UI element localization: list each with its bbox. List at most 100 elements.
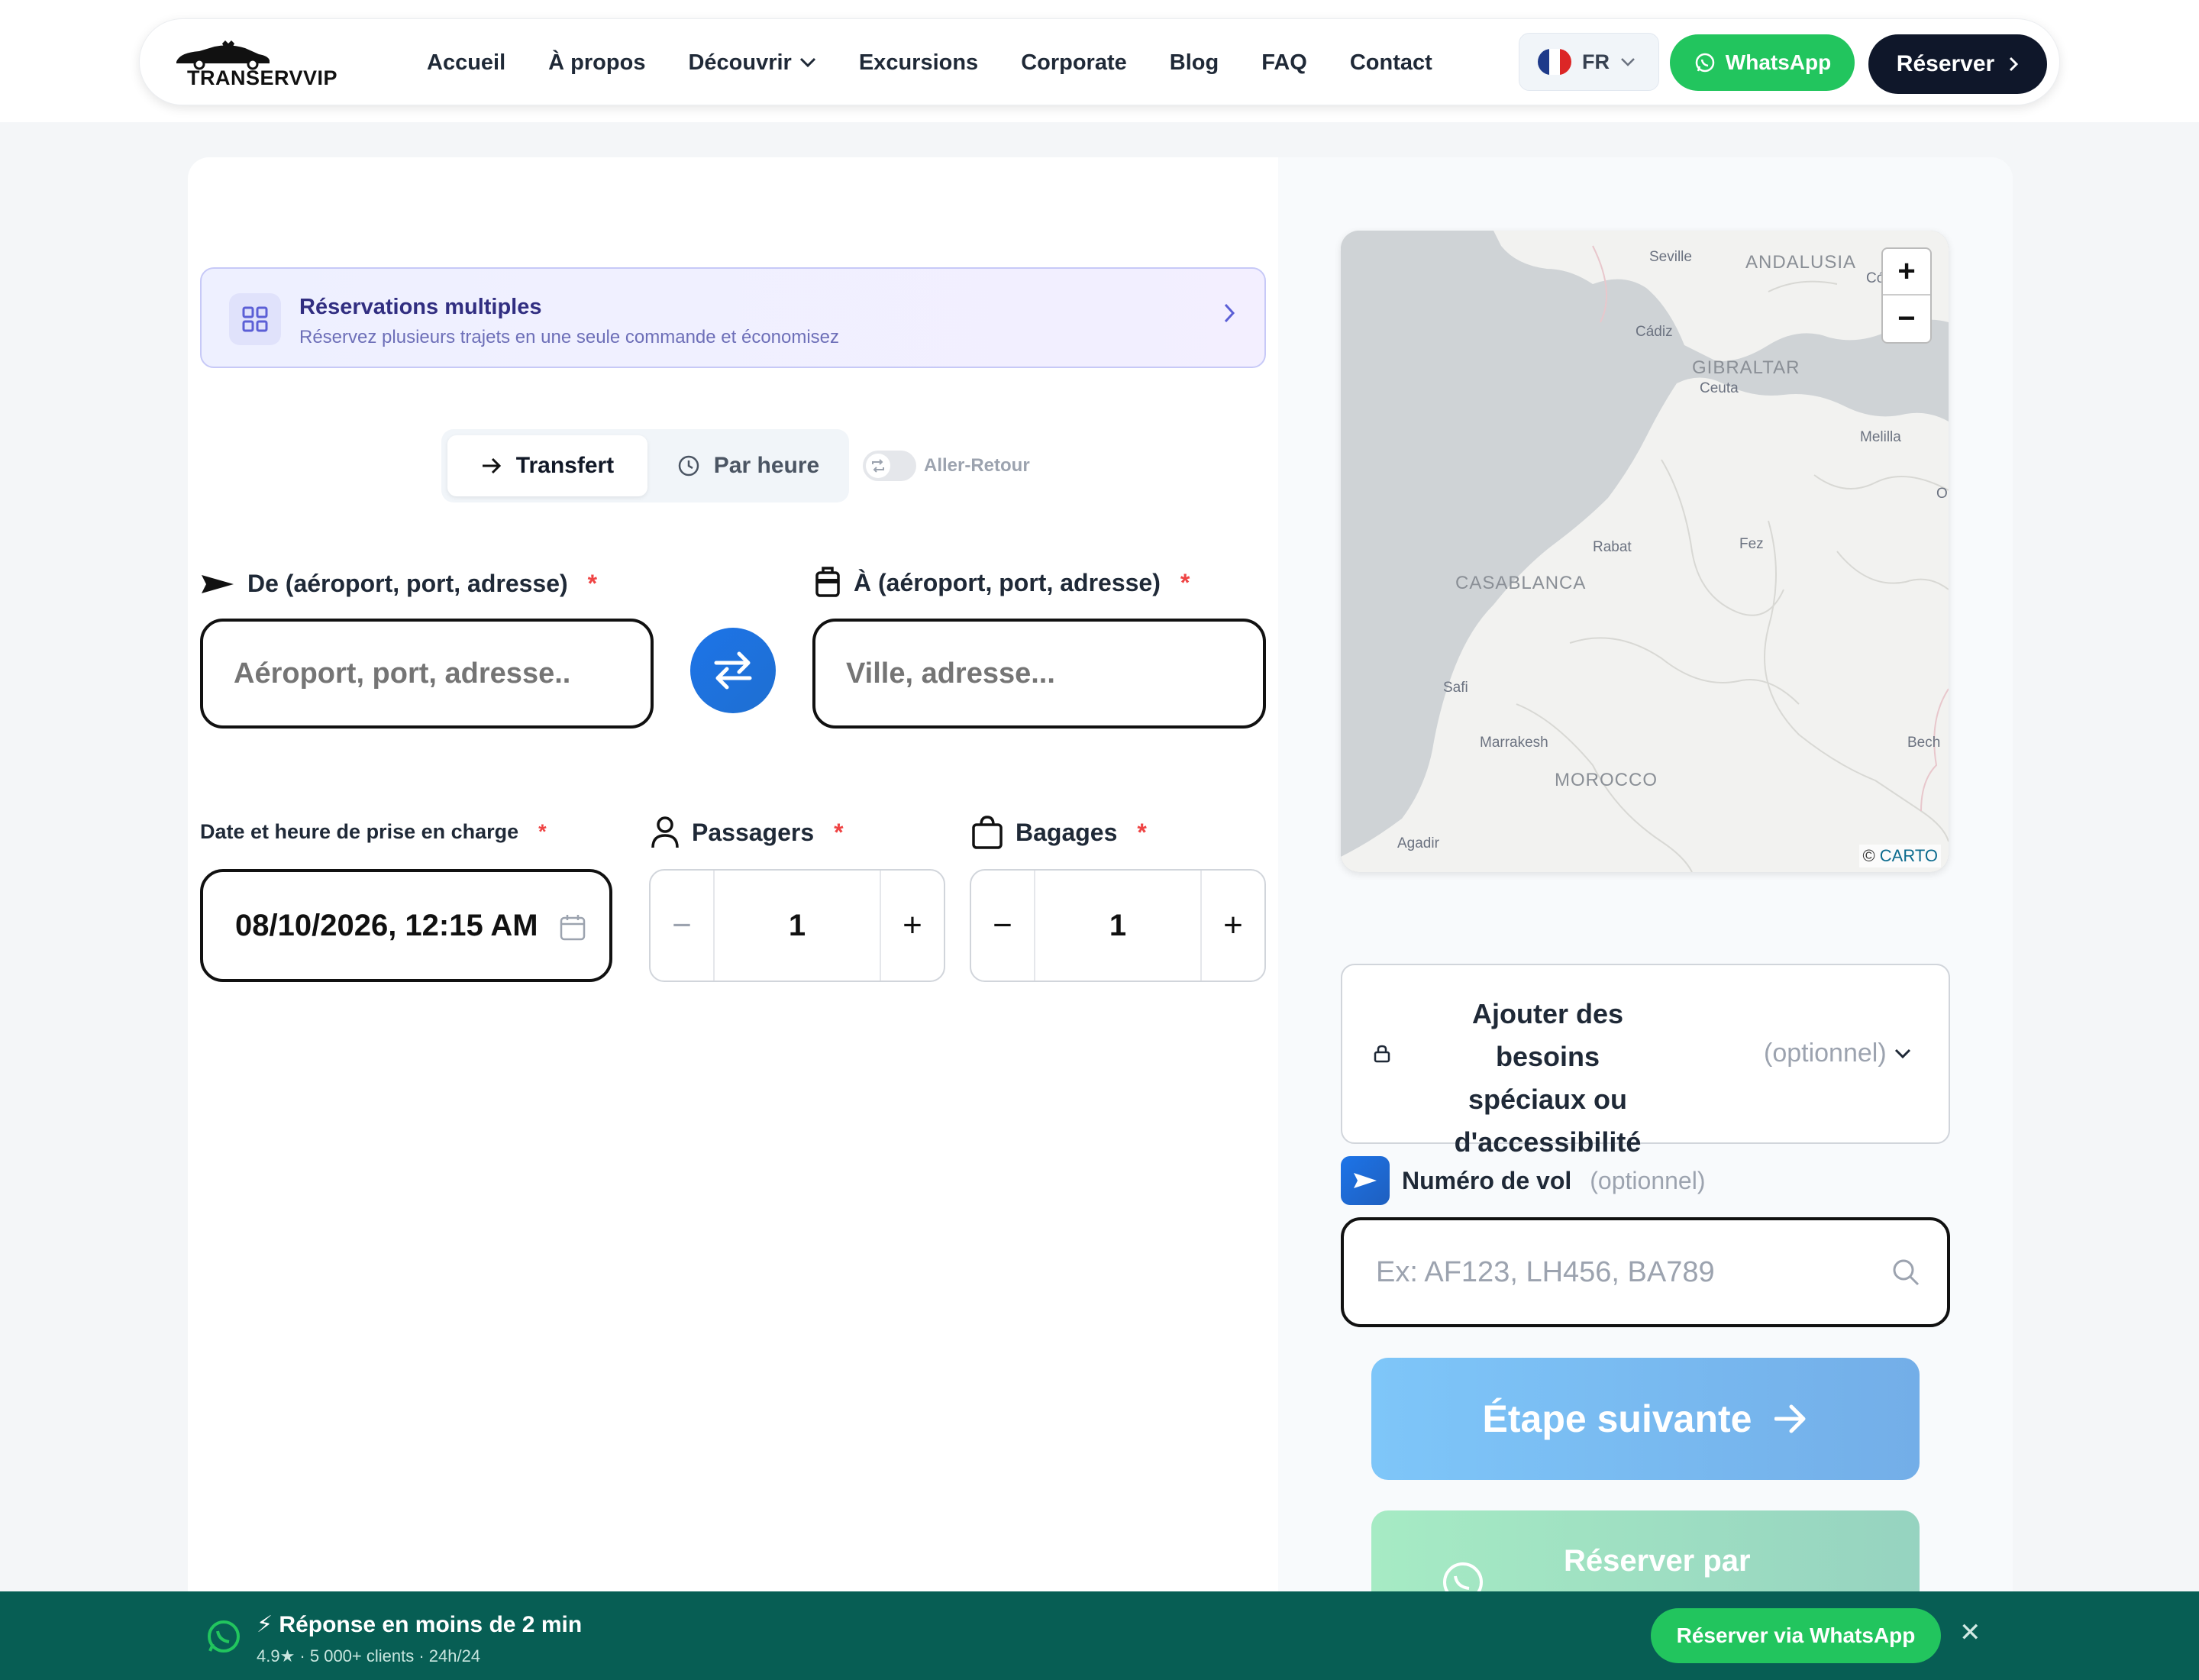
site-logo[interactable]: TRANSERVVIP [169,40,337,89]
passengers-stepper: − 1 + [649,869,945,982]
next-step-label: Étape suivante [1482,1397,1752,1440]
passengers-label-text: Passagers [692,818,815,846]
special-needs-toggle[interactable]: Ajouter des besoins spéciaux ou d'access… [1341,964,1950,1158]
required-marker: * [834,818,844,846]
user-icon [651,816,679,848]
pickup-datetime-input[interactable]: 08/10/2026, 12:15 AM [200,869,612,982]
arrow-right-icon [482,457,501,474]
flight-optional-text: (optionnel) [1590,1166,1706,1194]
passengers-field-label: Passagers * [651,816,844,849]
special-needs-optional: (optionnel) [1764,1039,1911,1068]
calendar-icon[interactable] [559,913,586,942]
close-icon[interactable]: ✕ [1959,1617,1981,1648]
nav-link-accueil[interactable]: Accueil [427,50,505,76]
map-label-cadiz: Cádiz [1636,324,1673,340]
whatsapp-button-label: WhatsApp [1725,50,1832,74]
tab-hourly-label: Par heure [713,453,820,478]
tab-transfer-label: Transfert [515,453,615,478]
round-trip-label: Aller-Retour [924,455,1030,476]
passengers-decrement-button[interactable]: − [651,871,715,981]
nav-link-decouvrir-label: Découvrir [688,50,792,75]
map-label-fez: Fez [1739,536,1764,552]
flight-number-input[interactable]: Ex: AF123, LH456, BA789 [1341,1217,1950,1327]
chevron-right-icon [2010,57,2019,72]
promo-title: ⚡ Réponse en moins de 2 min [257,1612,583,1637]
reserve-button-label: Réserver [1896,51,1995,76]
chevron-down-icon [1621,58,1635,66]
logo-text: TRANSERVVIP [187,66,338,89]
flight-number-label: Numéro de vol (optionnel) [1341,1156,1705,1205]
from-input[interactable] [200,619,654,729]
map-zoom-controls: + − [1881,247,1932,344]
map-label-rabat: Rabat [1593,539,1632,555]
language-code: FR [1582,50,1610,73]
swap-locations-button[interactable] [690,628,776,713]
plane-arrow-icon [1341,1156,1390,1205]
whatsapp-button[interactable]: WhatsApp [1670,34,1855,91]
send-arrow-icon [202,574,234,593]
passengers-increment-button[interactable]: + [880,871,944,981]
luggage-label-text: Bagages [1016,818,1118,846]
nav-link-decouvrir[interactable]: Découvrir [688,50,815,76]
zoom-out-button[interactable]: − [1883,296,1930,342]
tab-hourly[interactable]: Par heure [654,435,843,496]
repeat-icon [866,454,890,478]
pickup-datetime-value: 08/10/2026, 12:15 AM [235,908,538,942]
search-icon[interactable] [1891,1257,1921,1287]
required-marker: * [1180,568,1190,596]
from-field-label: De (aéroport, port, adresse) * [200,570,597,598]
map-label-melilla: Melilla [1860,429,1901,445]
nav-link-contact[interactable]: Contact [1350,50,1432,76]
map-label-agadir: Agadir [1397,835,1439,851]
arrow-right-icon [1774,1404,1806,1433]
whatsapp-promo-bar: ⚡ Réponse en moins de 2 min 4.9★ · 5 000… [0,1591,2199,1680]
pickup-label-text: Date et heure de prise en charge [200,820,519,843]
multi-booking-banner[interactable]: Réservations multiples Réservez plusieur… [200,267,1266,368]
nav-link-excursions[interactable]: Excursions [859,50,978,76]
luggage-decrement-button[interactable]: − [971,871,1035,981]
attribution-prefix: © [1862,846,1875,865]
required-marker: * [587,570,598,597]
carto-link[interactable]: CARTO [1880,846,1938,865]
main-navigation: TRANSERVVIP Accueil À propos Découvrir E… [139,18,2060,105]
to-input[interactable] [812,619,1266,729]
luggage-increment-button[interactable]: + [1200,871,1264,981]
required-marker: * [1137,818,1147,846]
chevron-down-icon [799,57,815,68]
nav-link-a-propos[interactable]: À propos [548,50,645,76]
luggage-icon [815,567,840,597]
lock-icon [1374,1045,1390,1063]
multi-booking-title: Réservations multiples [299,295,542,319]
map-label-safi: Safi [1443,680,1468,696]
grid-icon [229,293,281,345]
nav-link-blog[interactable]: Blog [1170,50,1219,76]
whatsapp-icon [208,1620,240,1653]
booking-mode-selector: Transfert Par heure [441,429,849,502]
nav-link-corporate[interactable]: Corporate [1021,50,1127,76]
swap-arrows-icon [714,651,752,690]
nav-links: Accueil À propos Découvrir Excursions Co… [427,19,1432,106]
special-needs-optional-text: (optionnel) [1764,1039,1887,1068]
passengers-count: 1 [788,908,806,942]
map-label-gibraltar: GIBRALTAR [1692,357,1800,378]
map-attribution: © CARTO [1859,845,1941,867]
from-label-text: De (aéroport, port, adresse) [247,570,568,597]
chevron-down-icon [1894,1048,1910,1058]
next-step-button[interactable]: Étape suivante [1371,1358,1920,1480]
special-needs-label: Ajouter des besoins spéciaux ou d'access… [1454,998,1642,1158]
round-trip-toggle[interactable] [863,451,916,481]
route-map[interactable]: Seville ANDALUSIA Córdoba Cádiz GIBRALTA… [1341,231,1949,872]
map-label-seville: Seville [1649,249,1692,265]
reserve-button[interactable]: Réserver [1868,34,2047,94]
pickup-field-label: Date et heure de prise en charge * [200,820,547,844]
luggage-field-label: Bagages * [971,816,1147,849]
flight-label-text: Numéro de vol [1402,1166,1572,1194]
language-selector[interactable]: FR [1519,33,1659,91]
luggage-stepper: − 1 + [970,869,1266,982]
map-label-marrakesh: Marrakesh [1480,735,1548,751]
nav-link-faq[interactable]: FAQ [1261,50,1307,76]
to-label-text: À (aéroport, port, adresse) [854,568,1161,596]
zoom-in-button[interactable]: + [1883,249,1930,296]
book-via-whatsapp-button[interactable]: Réserver via WhatsApp [1651,1608,1941,1663]
tab-transfer[interactable]: Transfert [447,435,647,496]
